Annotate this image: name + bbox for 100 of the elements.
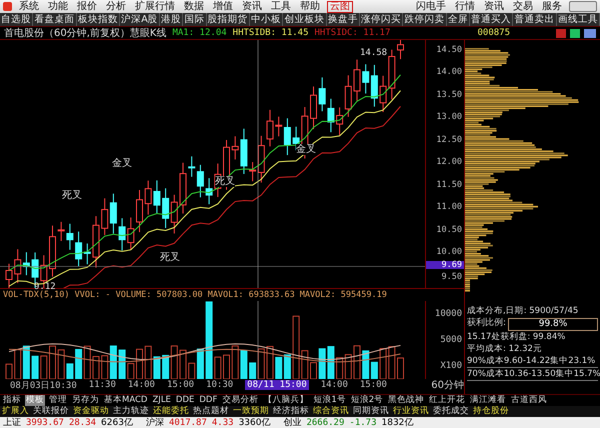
indicator-tab[interactable]: 满江滩看: [469, 395, 508, 406]
info-tab[interactable]: 同期资讯: [353, 406, 389, 417]
menu-item[interactable]: 增值: [211, 0, 235, 12]
toolbar-button[interactable]: 创业板块: [283, 13, 327, 26]
time-label: 11:30: [88, 380, 116, 390]
info-tab[interactable]: 还能委托: [153, 406, 189, 417]
info-tab[interactable]: 行业资讯: [393, 406, 429, 417]
toolbar-button[interactable]: 涨停闪买: [360, 13, 404, 26]
menu-item[interactable]: 服务: [540, 0, 564, 12]
candlestick: [92, 216, 100, 268]
toolbar-button[interactable]: 沪深A股: [120, 13, 160, 26]
menu-item[interactable]: 交易: [511, 0, 535, 12]
info-tab[interactable]: 持仓股份: [473, 406, 509, 417]
cost-info-text: 平均成本: 12.32元: [467, 344, 543, 355]
menu-item[interactable]: 扩展行情: [133, 0, 177, 12]
menu-item[interactable]: 分析: [104, 0, 128, 12]
indicator-tab[interactable]: 管理: [48, 395, 68, 406]
candlestick: [354, 59, 360, 102]
indicator-tab[interactable]: 黑色战神: [387, 395, 426, 406]
menu-item[interactable]: 资讯: [482, 0, 506, 12]
toolbar-button[interactable]: 画线工具: [556, 13, 600, 26]
indicator-tab[interactable]: 古道西风: [510, 395, 548, 406]
period-label: 60分钟: [431, 378, 464, 392]
volume-bar: [266, 346, 274, 379]
index-value: 4017.87: [168, 418, 207, 428]
menu-item[interactable]: 帮助: [298, 0, 322, 12]
price-axis-label: 12.50: [436, 136, 463, 144]
info-tab[interactable]: 扩展入: [2, 406, 29, 417]
info-tab[interactable]: 热点题材: [193, 406, 229, 417]
profit-ratio-value: 99.8%: [508, 318, 598, 331]
signal-label: 金叉: [112, 158, 132, 169]
info-tab[interactable]: 资金驱动: [73, 406, 109, 417]
indicator-tab[interactable]: 另存为: [71, 395, 100, 406]
indicator-tab[interactable]: 红上开花: [428, 395, 466, 406]
menu-item[interactable]: 资讯: [240, 0, 264, 12]
info-tab[interactable]: 主力轨迹: [113, 406, 149, 417]
volume-axis-label: 10000: [434, 309, 463, 319]
menu-item[interactable]: 行情: [453, 0, 477, 12]
indicator-tab[interactable]: 短浪2号: [350, 395, 384, 406]
menu-item[interactable]: 功能: [46, 0, 70, 12]
menu-item[interactable]: 数据: [182, 0, 206, 12]
toolbar-button[interactable]: 全屏: [446, 13, 470, 26]
price-axis-label: 9.50: [442, 272, 463, 282]
index-amount: 3360亿: [238, 417, 270, 428]
candlestick: [310, 86, 317, 130]
candlestick: [6, 263, 12, 288]
menu-item[interactable]: 工具: [269, 0, 293, 12]
toolbar-button[interactable]: 板块指数: [76, 13, 120, 26]
indicator-tab[interactable]: 模板: [25, 395, 45, 406]
candlestick: [397, 40, 404, 60]
info-tab[interactable]: 经济指标: [273, 406, 309, 417]
cursor-price-label: 9.69: [426, 261, 464, 270]
volume-bar: [6, 364, 12, 379]
info-tab[interactable]: 委托成交: [433, 406, 469, 417]
cost-title: 成本分布,日期: 5900/57/45: [467, 306, 580, 317]
volume-indicator-text: VOL-TDX(5,10) VVOL: - VOLUME: 507803.00 MAVOL1: 693833.63 MAVOL2: 595459.19: [2, 290, 388, 301]
indicator-tab[interactable]: ZJLE: [151, 395, 172, 406]
window-controls-icon[interactable]: [569, 1, 597, 12]
indicator-tab[interactable]: 指标: [2, 395, 22, 406]
toolbar-button[interactable]: 股指期货: [206, 13, 250, 26]
volume-bar: [136, 348, 143, 379]
toolbar-button[interactable]: 中小板: [250, 13, 284, 26]
toolbar-button[interactable]: 国际: [183, 13, 207, 26]
index-value: 3993.67: [26, 418, 64, 428]
indicator-value: HHTSIDB: 11.45: [232, 28, 309, 38]
signal-label: 死叉: [160, 252, 180, 263]
candlestick: [49, 225, 56, 278]
index-change: 4.33: [212, 418, 234, 428]
toolbar-button[interactable]: 普通卖出: [513, 13, 557, 26]
indicator-tab[interactable]: 【八脑兵】: [262, 395, 310, 406]
price-axis-label: 12.00: [436, 158, 463, 167]
indicator-value: HHTSIDC: 11.17: [314, 28, 390, 38]
time-label: 08/11 15:00: [245, 380, 309, 390]
info-tab[interactable]: 综合资讯: [313, 406, 349, 417]
indicator-tab[interactable]: 交易分析: [221, 395, 260, 406]
info-tab[interactable]: 一致预期: [233, 406, 269, 417]
signal-label: 死叉: [215, 176, 235, 187]
stock-code: 000875: [477, 28, 510, 38]
indicator-tab[interactable]: DDF: [198, 395, 218, 406]
menu-item[interactable]: 闪电手: [414, 0, 448, 12]
toolbar-button[interactable]: 普通买入: [470, 13, 514, 26]
toolbar-button[interactable]: 换盘手: [326, 13, 360, 26]
volume-bar: [310, 362, 317, 379]
indicator-tab[interactable]: 短浪1号: [312, 395, 347, 406]
toolbar-button[interactable]: 自选股: [0, 13, 34, 26]
toolbar-button[interactable]: 看盘桌面: [33, 13, 77, 26]
flag-icons[interactable]: [556, 28, 596, 38]
index-change: 28.34: [68, 418, 96, 428]
candlestick: [136, 190, 143, 233]
info-tab[interactable]: 关联报价: [33, 406, 69, 417]
profit-ratio-label: 获利比例:: [467, 318, 506, 330]
toolbar-button[interactable]: 港股: [160, 13, 184, 26]
candlestick: [266, 109, 274, 147]
menu-item[interactable]: 系统: [17, 0, 41, 12]
price-axis-label: 13.00: [436, 113, 463, 122]
toolbar-button[interactable]: 跌停闪卖: [403, 13, 447, 26]
indicator-tab[interactable]: DDE: [174, 395, 196, 406]
cost-info-text: 15.17处获利盘: 99.84%: [467, 332, 566, 343]
menu-item[interactable]: 报价: [75, 0, 99, 12]
indicator-tab[interactable]: 基本MACD: [103, 395, 148, 406]
